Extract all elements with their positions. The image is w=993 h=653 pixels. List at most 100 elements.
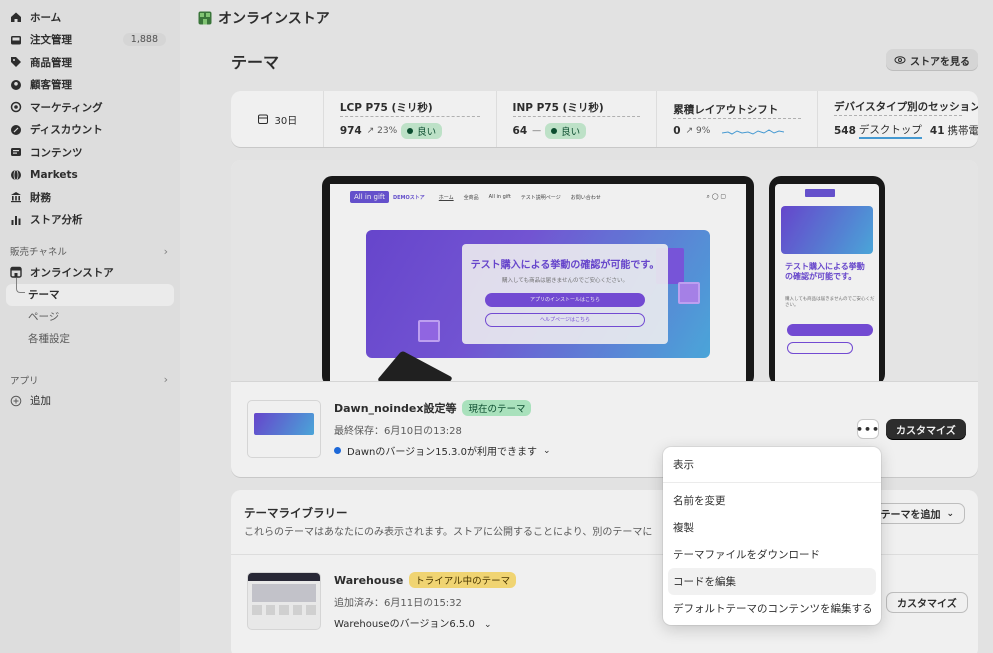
current-theme-thumbnail xyxy=(247,400,321,458)
store-header: オンラインストア xyxy=(198,8,330,28)
desktop-sessions: 548 xyxy=(834,124,856,137)
preview-store-name: DEMOストア xyxy=(392,194,425,201)
metric-value: 64 xyxy=(512,124,528,137)
sales-channels-label: 販売チャネル xyxy=(10,247,67,258)
metric-value: 974 xyxy=(339,124,362,137)
metric-change-value: 9% xyxy=(695,125,711,136)
theme-actions-menu: 表示 名前を変更 複製 テーマファイルをダウンロード コードを編集 デフォルトテ… xyxy=(663,447,881,625)
inbox-icon xyxy=(10,34,22,46)
sidebar-item-label: 財務 xyxy=(30,191,51,204)
library-theme-added: 追加済み：6月11日の15:32 xyxy=(334,598,462,609)
view-store-button[interactable]: ストアを見る xyxy=(886,49,978,71)
mobile-preview-title: テスト購入による挙動の確認が可能です。 xyxy=(785,262,865,281)
storefront-icon xyxy=(10,266,22,278)
preview-nav-item: All in gift xyxy=(488,194,511,200)
sidebar-item-label: ストア分析 xyxy=(30,214,83,227)
desktop-preview: All in gift DEMOストア ホーム 全商品 All in gift … xyxy=(322,176,754,381)
library-customize-button[interactable]: カスタマイズ xyxy=(886,592,968,613)
tag-icon xyxy=(10,56,22,68)
online-store-icon xyxy=(198,11,212,25)
menu-item-rename[interactable]: 名前を変更 xyxy=(668,487,876,514)
metric-label: INP P75 (ミリ秒) xyxy=(512,100,641,117)
metric-value: 0 xyxy=(673,124,681,137)
sales-channels-heading[interactable]: 販売チャネル › xyxy=(6,241,174,261)
preview-nav: All in gift DEMOストア ホーム 全商品 All in gift … xyxy=(330,184,746,210)
sidebar-item-analytics[interactable]: ストア分析 xyxy=(6,209,174,232)
library-theme-version-text: Warehouseのバージョン6.5.0 xyxy=(334,619,475,630)
add-theme-button[interactable]: テーマを追加 ⌄ xyxy=(869,503,965,524)
sidebar-item-preferences[interactable]: 各種設定 xyxy=(6,328,174,350)
warehouse-thumbnail xyxy=(247,572,321,630)
metric-change: — xyxy=(532,125,542,136)
more-actions-button[interactable]: ••• xyxy=(856,419,879,439)
metric-device-sessions[interactable]: デバイスタイプ別のセッション 548 デスクトップ 41 携帯電 xyxy=(818,91,978,147)
apps-heading[interactable]: アプリ › xyxy=(6,370,174,390)
metric-cls[interactable]: 累積レイアウトシフト 0 ↗ 9% xyxy=(657,91,818,147)
mobile-preview-subtitle: 購入しても商品は届きませんのでご安心ください。 xyxy=(785,297,875,308)
mobile-sessions: 41 xyxy=(929,124,945,137)
metric-lcp[interactable]: LCP P75 (ミリ秒) 974 ↗ 23% 良い xyxy=(324,91,497,147)
menu-item-view[interactable]: 表示 xyxy=(668,451,876,478)
sidebar-item-products[interactable]: 商品管理 xyxy=(6,51,174,74)
metric-change-value: 23% xyxy=(377,125,398,136)
sidebar-item-online-store[interactable]: オンラインストア xyxy=(6,261,174,284)
current-theme-badge: 現在のテーマ xyxy=(462,400,532,416)
period-selector[interactable]: 30日 xyxy=(231,91,324,147)
current-theme-name: Dawn_noindex設定等 xyxy=(334,402,457,415)
discount-icon xyxy=(10,124,22,136)
preview-logo: All in gift xyxy=(350,191,389,203)
add-theme-label: テーマを追加 xyxy=(880,510,941,521)
sidebar-item-pages[interactable]: ページ xyxy=(6,306,174,328)
desktop-preview-screen: All in gift DEMOストア ホーム 全商品 All in gift … xyxy=(330,184,746,381)
chart-icon xyxy=(10,214,22,226)
sidebar-item-orders[interactable]: 注文管理 1,888 xyxy=(6,29,174,52)
bank-icon xyxy=(10,191,22,203)
preview-primary-button: アプリのインストールはこちら xyxy=(485,293,645,307)
status-badge: 良い xyxy=(545,122,587,139)
sidebar-item-add-app[interactable]: 追加 xyxy=(6,390,174,413)
sidebar-item-label: 注文管理 xyxy=(30,34,72,47)
customize-button[interactable]: カスタマイズ xyxy=(886,419,966,440)
menu-item-duplicate[interactable]: 複製 xyxy=(668,514,876,541)
metrics-bar: 30日 LCP P75 (ミリ秒) 974 ↗ 23% 良い INP P75 (… xyxy=(231,91,978,147)
menu-item-edit-default-content[interactable]: デフォルトテーマのコンテンツを編集する xyxy=(668,595,876,622)
preview-hero-subtitle: 購入しても商品は届きませんのでご安心ください。 xyxy=(502,278,628,284)
content-icon xyxy=(10,146,22,158)
sidebar-item-marketing[interactable]: マーケティング xyxy=(6,96,174,119)
mobile-preview-secondary-button xyxy=(787,342,853,354)
sidebar-item-themes[interactable]: テーマ xyxy=(6,277,174,306)
sidebar-item-customers[interactable]: 顧客管理 xyxy=(6,74,174,97)
sidebar-item-home[interactable]: ホーム xyxy=(6,6,174,29)
trial-badge: トライアル中のテーマ xyxy=(409,572,517,588)
sidebar-item-content[interactable]: コンテンツ xyxy=(6,141,174,164)
sidebar-item-label: 商品管理 xyxy=(30,56,72,69)
menu-item-edit-code[interactable]: コードを編集 xyxy=(668,568,876,595)
sidebar-item-label: ホーム xyxy=(30,11,62,24)
version-update-link[interactable]: Dawnのバージョン15.3.0が利用できます ⌄ xyxy=(334,443,551,458)
metric-change: ↗ 23% xyxy=(366,125,398,136)
chevron-down-icon: ⌄ xyxy=(484,620,492,630)
eye-icon xyxy=(894,56,906,64)
version-update-text: Dawnのバージョン15.3.0が利用できます xyxy=(347,447,537,458)
globe-icon xyxy=(10,169,22,181)
sidebar-item-discounts[interactable]: ディスカウント xyxy=(6,119,174,142)
preview-nav-item: テスト説明ページ xyxy=(520,194,561,201)
preview-secondary-button: ヘルプページはこちら xyxy=(485,313,645,327)
sidebar-item-markets[interactable]: Markets xyxy=(6,164,174,187)
metric-change: ↗ 9% xyxy=(685,125,711,136)
metric-inp[interactable]: INP P75 (ミリ秒) 64 — 良い xyxy=(497,91,658,147)
library-theme-name: Warehouse xyxy=(334,573,404,587)
page-title: テーマ xyxy=(231,53,280,72)
sparkline xyxy=(722,128,785,135)
sidebar-item-label: Markets xyxy=(30,168,78,181)
person-icon xyxy=(10,79,22,91)
menu-item-download[interactable]: テーマファイルをダウンロード xyxy=(668,541,876,568)
library-theme-version[interactable]: Warehouseのバージョン6.5.0 ⌄ xyxy=(334,615,492,630)
theme-library-description: これらのテーマはあなたにのみ表示されます。ストアに公開することにより、別のテーマ… xyxy=(244,527,653,538)
sidebar-item-finance[interactable]: 財務 xyxy=(6,186,174,209)
apps-label: アプリ xyxy=(10,375,39,387)
theme-preview[interactable]: All in gift DEMOストア ホーム 全商品 All in gift … xyxy=(231,160,978,382)
library-theme-name-row: Warehouse トライアル中のテーマ xyxy=(334,572,517,588)
metric-label: デバイスタイプ別のセッション xyxy=(834,99,978,116)
preview-hero-box: テスト購入による挙動の確認が可能です。 購入しても商品は届きませんのでご安心くだ… xyxy=(462,244,668,344)
